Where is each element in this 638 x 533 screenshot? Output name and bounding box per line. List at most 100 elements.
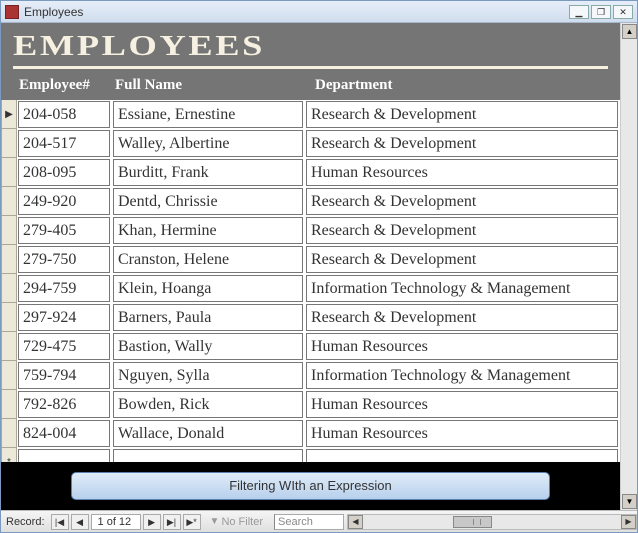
hscroll-track[interactable] bbox=[363, 515, 621, 529]
scroll-up-button[interactable]: ▲ bbox=[622, 24, 637, 39]
scroll-right-button[interactable]: ▶ bbox=[621, 515, 636, 529]
fullname-cell[interactable]: Walley, Albertine bbox=[113, 130, 303, 157]
employee-id-cell[interactable]: 297-924 bbox=[18, 304, 110, 331]
table-row: 208-095Burditt, FrankHuman Resources bbox=[1, 158, 620, 187]
fullname-cell[interactable]: Burditt, Frank bbox=[113, 159, 303, 186]
row-selector[interactable]: ▶ bbox=[1, 100, 17, 129]
department-cell[interactable]: Human Resources bbox=[306, 420, 618, 447]
department-cell[interactable]: Research & Development bbox=[306, 304, 618, 331]
department-cell[interactable]: Human Resources bbox=[306, 159, 618, 186]
table-row: 279-750Cranston, HeleneResearch & Develo… bbox=[1, 245, 620, 274]
fullname-cell[interactable]: Essiane, Ernestine bbox=[113, 101, 303, 128]
employee-id-cell[interactable]: 729-475 bbox=[18, 333, 110, 360]
department-cell[interactable]: Research & Development bbox=[306, 246, 618, 273]
department-cell[interactable]: Research & Development bbox=[306, 217, 618, 244]
fullname-cell[interactable]: Khan, Hermine bbox=[113, 217, 303, 244]
nav-first-button[interactable]: |◀ bbox=[51, 514, 69, 530]
fullname-cell[interactable]: Klein, Hoanga bbox=[113, 275, 303, 302]
table-row: 249-920Dentd, ChrissieResearch & Develop… bbox=[1, 187, 620, 216]
content: Employees Employee# Full Name Department… bbox=[1, 23, 620, 510]
form-footer: Filtering WIth an Expression bbox=[1, 462, 620, 510]
restore-button[interactable]: ❐ bbox=[591, 5, 611, 19]
table-row: 294-759Klein, HoangaInformation Technolo… bbox=[1, 274, 620, 303]
department-cell[interactable]: Human Resources bbox=[306, 333, 618, 360]
column-headers: Employee# Full Name Department bbox=[1, 73, 620, 100]
filter-indicator[interactable]: ▼ No Filter bbox=[205, 514, 268, 530]
fullname-cell[interactable]: Bowden, Rick bbox=[113, 391, 303, 418]
selector-gutter-header bbox=[1, 77, 17, 94]
col-header-department: Department bbox=[307, 77, 620, 94]
row-selector[interactable] bbox=[1, 158, 17, 187]
scroll-down-button[interactable]: ▼ bbox=[622, 494, 637, 509]
fullname-cell[interactable]: Nguyen, Sylla bbox=[113, 362, 303, 389]
employee-id-cell[interactable]: 208-095 bbox=[18, 159, 110, 186]
vertical-scrollbar[interactable]: ▲ ▼ bbox=[620, 23, 637, 510]
hscroll-thumb[interactable] bbox=[453, 516, 492, 528]
row-selector[interactable] bbox=[1, 303, 17, 332]
nav-last-button[interactable]: ▶| bbox=[163, 514, 181, 530]
employee-id-cell[interactable]: 759-794 bbox=[18, 362, 110, 389]
row-selector[interactable] bbox=[1, 390, 17, 419]
department-cell[interactable]: Information Technology & Management bbox=[306, 362, 618, 389]
table-row: 759-794Nguyen, SyllaInformation Technolo… bbox=[1, 361, 620, 390]
employee-id-cell[interactable]: 824-004 bbox=[18, 420, 110, 447]
table-row: 729-475Bastion, WallyHuman Resources bbox=[1, 332, 620, 361]
filter-label: No Filter bbox=[221, 516, 263, 528]
employee-id-cell[interactable]: 279-405 bbox=[18, 217, 110, 244]
fullname-cell[interactable] bbox=[113, 449, 303, 462]
table-row: 279-405Khan, HermineResearch & Developme… bbox=[1, 216, 620, 245]
department-cell[interactable] bbox=[306, 449, 618, 462]
nav-next-button[interactable]: ▶ bbox=[143, 514, 161, 530]
col-header-fullname: Full Name bbox=[113, 77, 307, 94]
close-button[interactable]: ✕ bbox=[613, 5, 633, 19]
form-header: Employees bbox=[1, 23, 620, 73]
table-row: * bbox=[1, 448, 620, 462]
row-selector[interactable] bbox=[1, 419, 17, 448]
fullname-cell[interactable]: Bastion, Wally bbox=[113, 333, 303, 360]
employee-id-cell[interactable]: 294-759 bbox=[18, 275, 110, 302]
row-selector[interactable]: * bbox=[1, 448, 17, 462]
window-title: Employees bbox=[24, 5, 567, 19]
minimize-button[interactable]: ▁ bbox=[569, 5, 589, 19]
col-header-employee: Employee# bbox=[17, 77, 113, 94]
department-cell[interactable]: Research & Development bbox=[306, 130, 618, 157]
filter-expression-button[interactable]: Filtering WIth an Expression bbox=[71, 472, 550, 500]
row-selector[interactable] bbox=[1, 274, 17, 303]
fullname-cell[interactable]: Barners, Paula bbox=[113, 304, 303, 331]
row-selector[interactable] bbox=[1, 361, 17, 390]
row-selector[interactable] bbox=[1, 129, 17, 158]
record-position[interactable]: 1 of 12 bbox=[91, 514, 141, 530]
row-selector[interactable] bbox=[1, 187, 17, 216]
status-bar: Record: |◀ ◀ 1 of 12 ▶ ▶| ▶* ▼ No Filter… bbox=[1, 510, 637, 532]
department-cell[interactable]: Research & Development bbox=[306, 188, 618, 215]
page-title: Employees bbox=[13, 31, 620, 63]
funnel-icon: ▼ bbox=[210, 516, 220, 527]
employee-id-cell[interactable]: 204-517 bbox=[18, 130, 110, 157]
nav-new-button[interactable]: ▶* bbox=[183, 514, 201, 530]
fullname-cell[interactable]: Wallace, Donald bbox=[113, 420, 303, 447]
search-input[interactable]: Search bbox=[274, 514, 344, 530]
rows-container: ▶204-058Essiane, ErnestineResearch & Dev… bbox=[1, 100, 620, 462]
department-cell[interactable]: Human Resources bbox=[306, 391, 618, 418]
fullname-cell[interactable]: Cranston, Helene bbox=[113, 246, 303, 273]
employee-id-cell[interactable]: 279-750 bbox=[18, 246, 110, 273]
row-selector[interactable] bbox=[1, 332, 17, 361]
department-cell[interactable]: Information Technology & Management bbox=[306, 275, 618, 302]
department-cell[interactable]: Research & Development bbox=[306, 101, 618, 128]
table-row: ▶204-058Essiane, ErnestineResearch & Dev… bbox=[1, 100, 620, 129]
horizontal-scrollbar[interactable]: ◀ ▶ bbox=[347, 514, 637, 530]
row-selector[interactable] bbox=[1, 216, 17, 245]
scroll-left-button[interactable]: ◀ bbox=[348, 515, 363, 529]
fullname-cell[interactable]: Dentd, Chrissie bbox=[113, 188, 303, 215]
employee-id-cell[interactable]: 792-826 bbox=[18, 391, 110, 418]
titlebar: Employees ▁ ❐ ✕ bbox=[1, 1, 637, 23]
table-row: 792-826Bowden, RickHuman Resources bbox=[1, 390, 620, 419]
nav-prev-button[interactable]: ◀ bbox=[71, 514, 89, 530]
table-row: 204-517Walley, AlbertineResearch & Devel… bbox=[1, 129, 620, 158]
employee-id-cell[interactable] bbox=[18, 449, 110, 462]
table-row: 297-924Barners, PaulaResearch & Developm… bbox=[1, 303, 620, 332]
employee-id-cell[interactable]: 249-920 bbox=[18, 188, 110, 215]
row-selector[interactable] bbox=[1, 245, 17, 274]
employee-id-cell[interactable]: 204-058 bbox=[18, 101, 110, 128]
app-icon bbox=[5, 5, 19, 19]
